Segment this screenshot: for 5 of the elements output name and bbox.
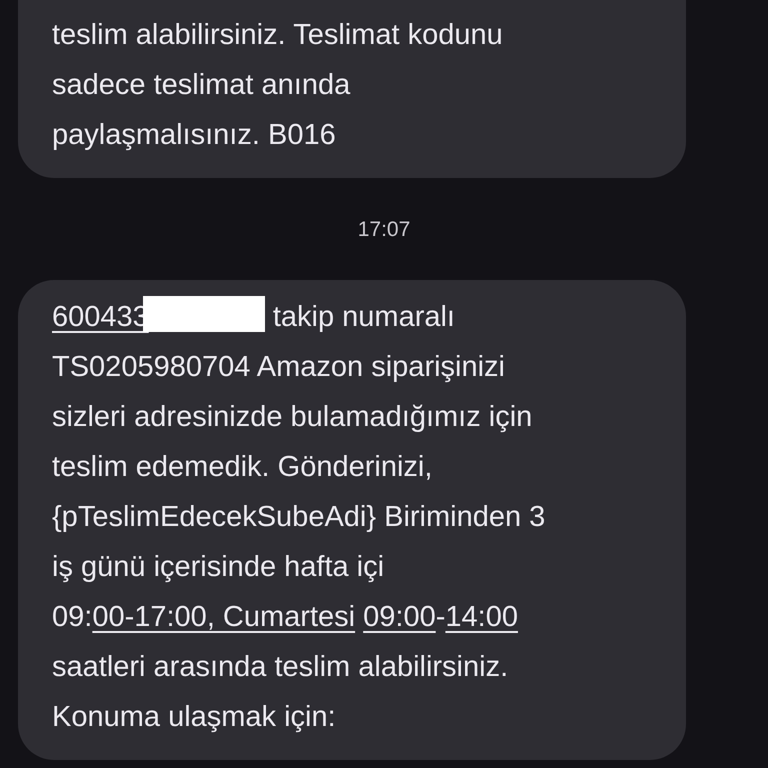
link[interactable]: 09:00 [363,601,436,633]
message-time: 17:07 [358,218,410,242]
link[interactable]: 00-17:00, Cumartesi [92,601,356,633]
link[interactable]: 14:00 [445,601,518,633]
message-text: teslim alabilirsiniz. Teslimat kodunu sadece teslimat anında paylaşmalısınız. B016 [52,18,504,153]
